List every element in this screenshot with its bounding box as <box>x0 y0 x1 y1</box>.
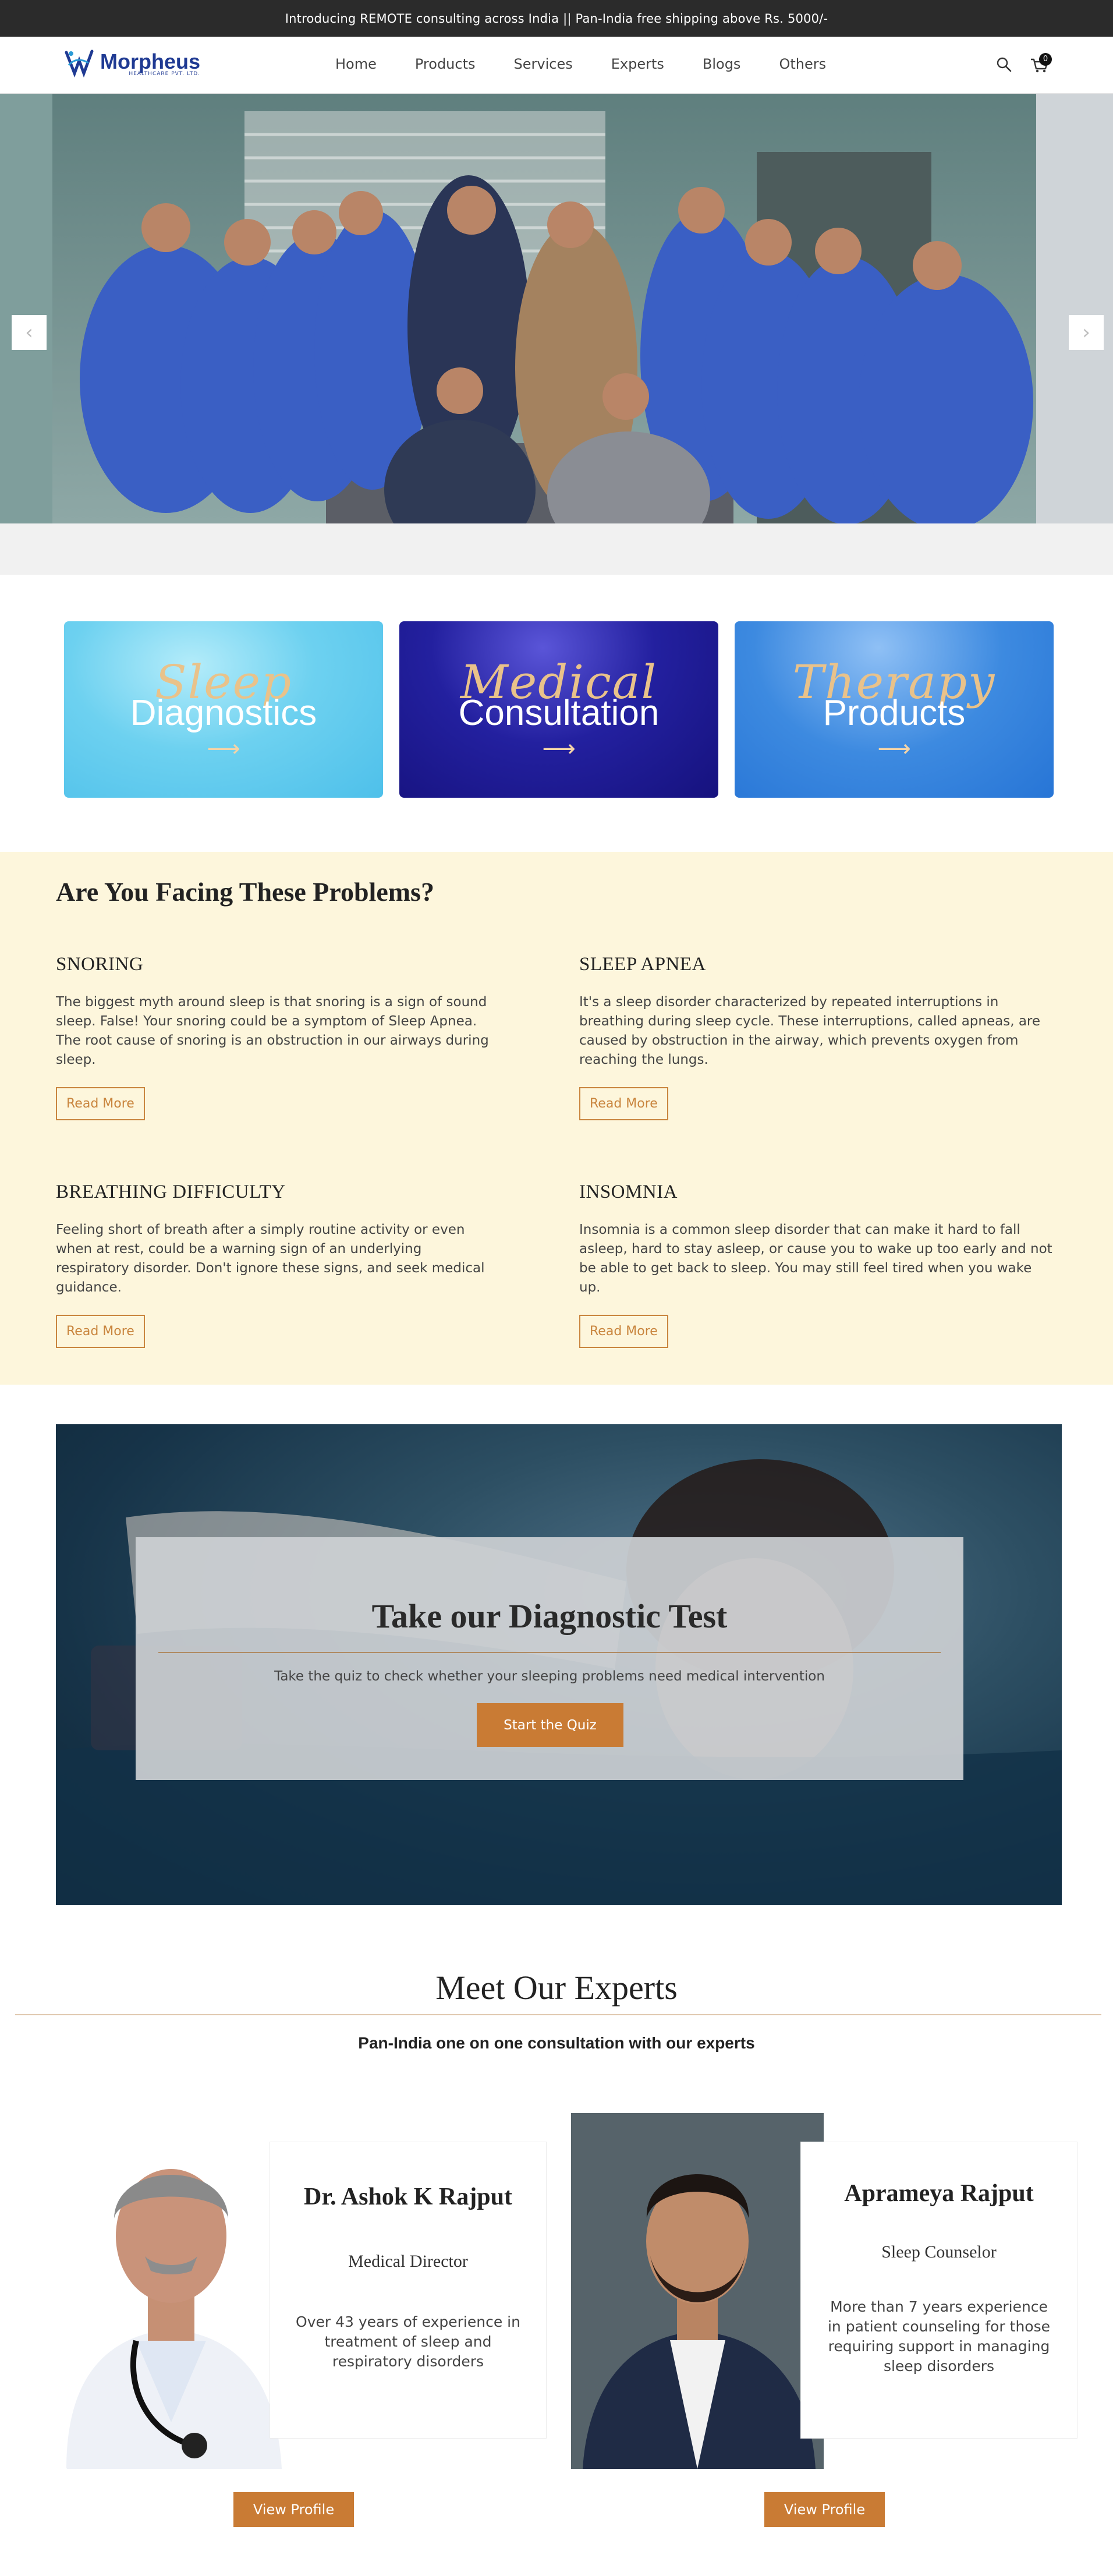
chevron-left-icon: ‹ <box>25 321 33 344</box>
problem-text: It's a sleep disorder characterized by r… <box>579 995 1041 1067</box>
chevron-right-icon: › <box>1082 321 1090 344</box>
hero-bottom-band <box>0 523 1113 575</box>
arrow-right-icon: ⟶ <box>542 735 576 762</box>
hero-prev-button[interactable]: ‹ <box>12 315 47 350</box>
hero-slider[interactable] <box>0 94 1113 523</box>
read-more-button[interactable]: Read More <box>579 1315 668 1348</box>
expert-card-aprameya: Aprameya Rajput Sleep Counselor More tha… <box>800 2142 1077 2439</box>
diagnostic-title: Take our Diagnostic Test <box>371 1597 728 1635</box>
expert-description: More than 7 years experience in patient … <box>827 2298 1050 2375</box>
start-quiz-button[interactable]: Start the Quiz <box>477 1703 623 1747</box>
service-card-sleep-diagnostics[interactable]: Sleep Diagnostics ⟶ <box>64 621 383 798</box>
expert-card-ashok: Dr. Ashok K Rajput Medical Director Over… <box>270 2142 547 2439</box>
nav-others[interactable]: Others <box>779 56 826 72</box>
problems-title: Are You Facing These Problems? <box>56 877 434 907</box>
announcement-text: Introducing REMOTE consulting across Ind… <box>285 11 828 26</box>
brand-logo[interactable]: Morpheus HEALTHCARE PVT. LTD. <box>63 48 200 80</box>
diagnostic-subtitle: Take the quiz to check whether your slee… <box>274 1669 825 1684</box>
expert-name: Aprameya Rajput <box>844 2180 1034 2207</box>
experts-divider <box>15 2014 1101 2015</box>
brand-name: Morpheus <box>100 49 201 73</box>
problem-insomnia: INSOMNIA Insomnia is a common sleep diso… <box>579 1181 1057 1348</box>
expert-role: Sleep Counselor <box>881 2242 997 2262</box>
experts-subtitle: Pan-India one on one consultation with o… <box>358 2034 755 2052</box>
service-title: Diagnostics <box>130 692 317 733</box>
problem-text: The biggest myth around sleep is that sn… <box>56 995 489 1067</box>
view-profile-button[interactable]: View Profile <box>764 2492 885 2527</box>
main-nav: Home Products Services Experts Blogs Oth… <box>335 56 864 72</box>
logo-figure-icon <box>65 49 94 78</box>
experts-title: Meet Our Experts <box>435 1969 678 2007</box>
read-more-button[interactable]: Read More <box>579 1087 668 1120</box>
expert-photo-aprameya <box>571 2113 824 2469</box>
expert-name: Dr. Ashok K Rajput <box>304 2184 512 2210</box>
arrow-right-icon: ⟶ <box>207 735 240 762</box>
read-more-button[interactable]: Read More <box>56 1315 145 1348</box>
service-card-therapy-products[interactable]: Therapy Products ⟶ <box>735 621 1054 798</box>
arrow-right-icon: ⟶ <box>877 735 911 762</box>
search-icon[interactable] <box>995 56 1013 73</box>
expert-description: Over 43 years of experience in treatment… <box>296 2313 520 2370</box>
problem-text: Insomnia is a common sleep disorder that… <box>579 1222 1052 1295</box>
nav-home[interactable]: Home <box>335 56 377 72</box>
service-card-medical-consultation[interactable]: Medical Consultation ⟶ <box>399 621 718 798</box>
nav-services[interactable]: Services <box>514 56 573 72</box>
diagnostic-divider <box>158 1652 941 1653</box>
nav-experts[interactable]: Experts <box>611 56 664 72</box>
service-title: Consultation <box>458 692 660 733</box>
expert-role: Medical Director <box>348 2252 468 2271</box>
problem-breathing-difficulty: BREATHING DIFFICULTY Feeling short of br… <box>56 1181 498 1348</box>
problem-text: Feeling short of breath after a simply r… <box>56 1222 485 1295</box>
announcement-bar: Introducing REMOTE consulting across Ind… <box>0 0 1113 37</box>
nav-products[interactable]: Products <box>415 56 476 72</box>
nav-blogs[interactable]: Blogs <box>703 56 741 72</box>
problem-heading: INSOMNIA <box>579 1181 678 1202</box>
problem-heading: SLEEP APNEA <box>579 954 706 975</box>
read-more-button[interactable]: Read More <box>56 1087 145 1120</box>
view-profile-button[interactable]: View Profile <box>233 2492 354 2527</box>
expert-photo-ashok <box>49 2119 293 2469</box>
problem-sleep-apnea: SLEEP APNEA It's a sleep disorder charac… <box>579 954 1057 1120</box>
service-title: Products <box>823 692 966 733</box>
problem-heading: SNORING <box>56 954 144 975</box>
problem-heading: BREATHING DIFFICULTY <box>56 1181 286 1202</box>
hero-team-photo <box>0 94 1113 523</box>
cart-count-badge: 0 <box>1039 53 1052 66</box>
hero-next-button[interactable]: › <box>1069 315 1104 350</box>
problem-snoring: SNORING The biggest myth around sleep is… <box>56 954 498 1120</box>
